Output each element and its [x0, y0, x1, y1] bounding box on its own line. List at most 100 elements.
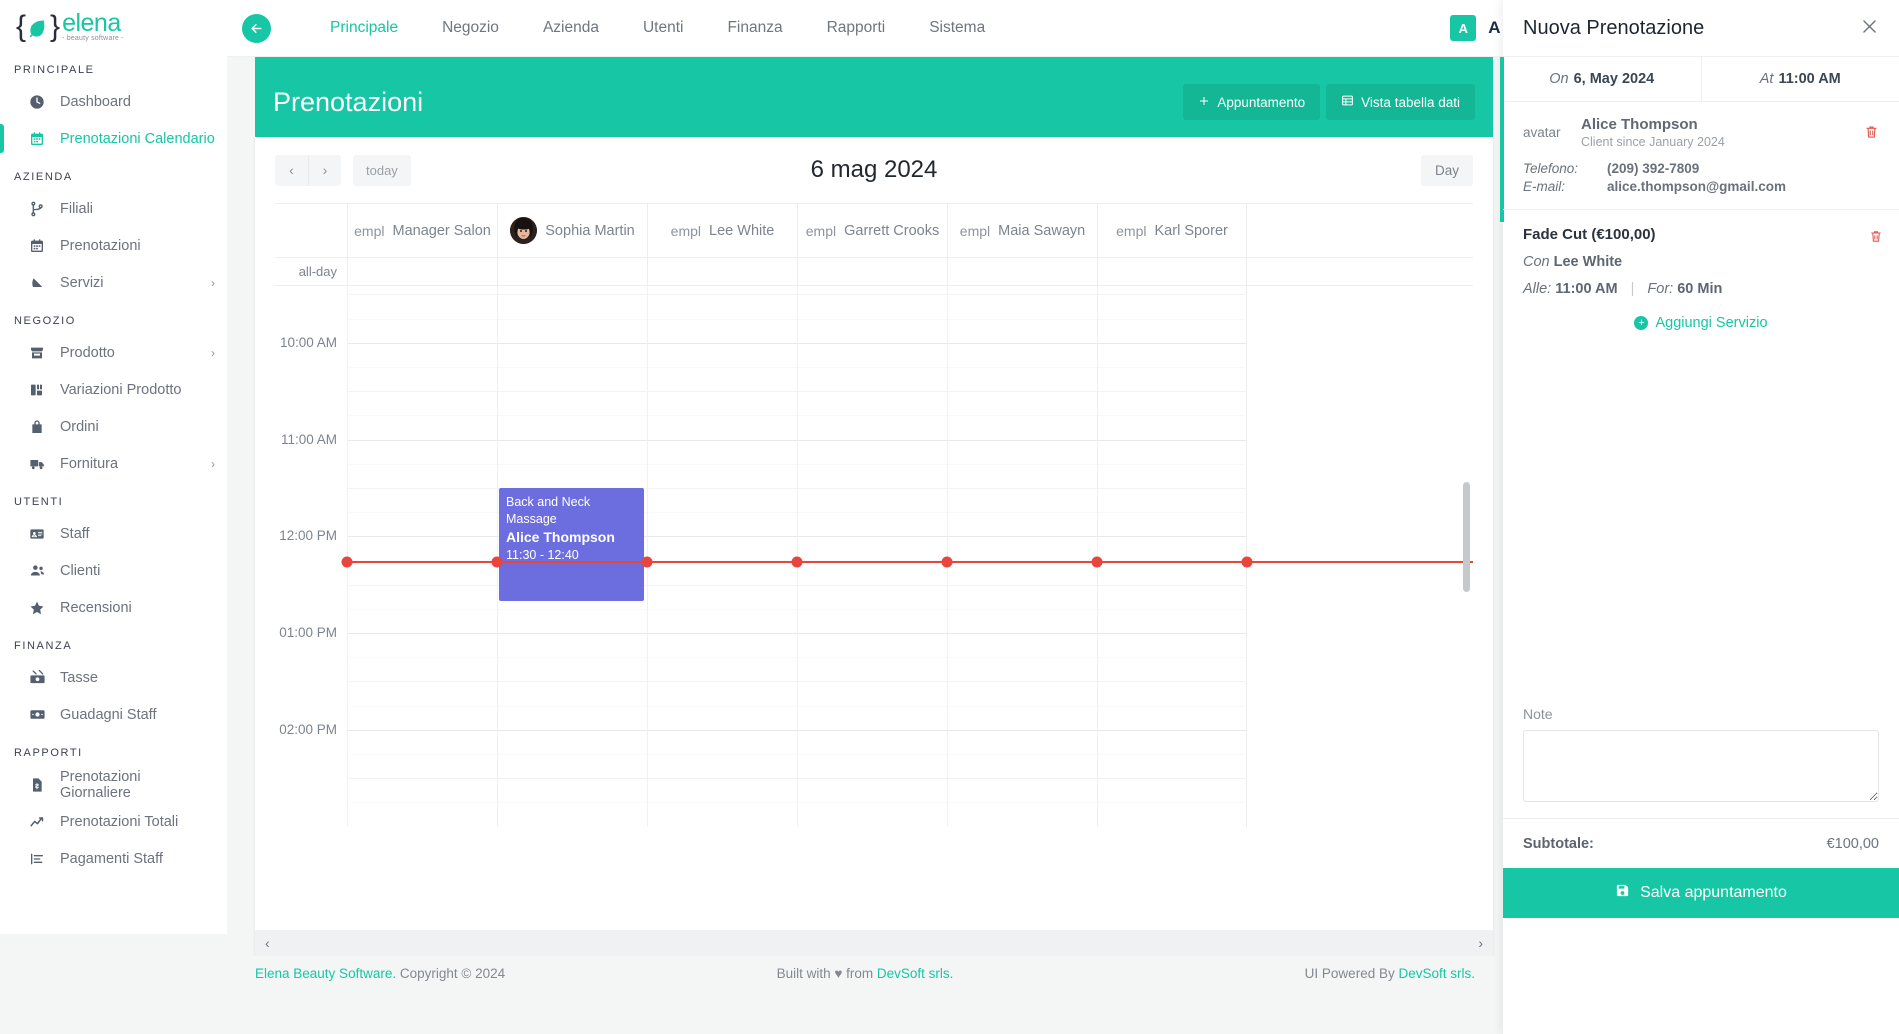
calendar-slot-cell[interactable]	[497, 366, 647, 392]
calendar-slot-cell[interactable]	[1097, 584, 1247, 609]
calendar-slot-cell[interactable]	[947, 536, 1097, 561]
calendar-slot-cell[interactable]	[647, 512, 797, 537]
sidebar-item-filiali[interactable]: Filiali	[0, 190, 227, 227]
calendar-slot-cell[interactable]	[647, 681, 797, 706]
calendar-slot-cell[interactable]	[947, 657, 1097, 682]
calendar-slot-cell[interactable]	[797, 294, 947, 319]
calendar-slot-cell[interactable]	[797, 286, 947, 295]
calendar-slot-cell[interactable]	[797, 487, 947, 513]
calendar-slot-cell[interactable]	[347, 608, 497, 633]
add-appointment-button[interactable]: Appuntamento	[1183, 84, 1321, 120]
calendar-slot-cell[interactable]	[647, 391, 797, 416]
calendar-slot-cell[interactable]	[647, 705, 797, 730]
calendar-slot-cell[interactable]	[947, 753, 1097, 779]
calendar-horizontal-scrollbar[interactable]: ‹ ›	[255, 930, 1493, 956]
calendar-slot-cell[interactable]	[1097, 318, 1247, 343]
footer-devsoft-link[interactable]: DevSoft srls.	[877, 966, 954, 981]
calendar-slot-cell[interactable]	[497, 778, 647, 803]
calendar-slot-cell[interactable]	[797, 439, 947, 464]
calendar-slot-cell[interactable]	[1097, 342, 1247, 367]
calendar-slot-cell[interactable]	[347, 802, 497, 827]
calendar-slot-cell[interactable]	[347, 778, 497, 803]
calendar-slot-cell[interactable]	[797, 342, 947, 367]
calendar-slot-cell[interactable]	[1097, 391, 1247, 416]
calendar-slot-cell[interactable]	[647, 584, 797, 609]
calendar-slot-cell[interactable]	[1097, 705, 1247, 730]
remove-service-trash-icon[interactable]	[1869, 229, 1883, 248]
calendar-slot-cell[interactable]	[497, 463, 647, 488]
sidebar-item-variazioni-prodotto[interactable]: Variazioni Prodotto	[0, 371, 227, 408]
calendar-slot-cell[interactable]	[647, 294, 797, 319]
calendar-slot-cell[interactable]	[947, 802, 1097, 827]
calendar-slot-cell[interactable]	[647, 415, 797, 440]
sidebar-item-prenotazioni-totali[interactable]: Prenotazioni Totali	[0, 803, 227, 840]
calendar-slot-cell[interactable]	[347, 705, 497, 730]
all-day-cell[interactable]	[947, 258, 1097, 285]
calendar-slot-cell[interactable]	[1097, 294, 1247, 319]
calendar-slot-cell[interactable]	[1097, 512, 1247, 537]
sidebar-item-staff[interactable]: Staff	[0, 515, 227, 552]
calendar-slot-cell[interactable]	[1097, 608, 1247, 633]
close-icon[interactable]	[1860, 17, 1879, 40]
calendar-slot-cell[interactable]	[797, 584, 947, 609]
calendar-slot-cell[interactable]	[797, 753, 947, 779]
sidebar-item-dashboard[interactable]: Dashboard	[0, 83, 227, 120]
calendar-slot-cell[interactable]	[347, 536, 497, 561]
calendar-slot-cell[interactable]	[647, 633, 797, 658]
calendar-next-button[interactable]: ›	[308, 154, 341, 186]
calendar-resource-lee-white[interactable]: empl Lee White	[647, 204, 797, 257]
calendar-slot-cell[interactable]	[347, 729, 497, 754]
sidebar-item-prodotto[interactable]: Prodotto ›	[0, 334, 227, 371]
scroll-left-icon[interactable]: ‹	[265, 935, 270, 951]
calendar-slot-cell[interactable]	[1097, 753, 1247, 779]
sidebar-item-prenotazioni[interactable]: Prenotazioni	[0, 227, 227, 264]
calendar-slot-cell[interactable]	[497, 802, 647, 827]
font-size-small-button[interactable]: A	[1450, 15, 1477, 41]
calendar-slot-cell[interactable]	[1097, 487, 1247, 513]
calendar-slot-cell[interactable]	[947, 681, 1097, 706]
calendar-slot-cell[interactable]	[647, 286, 797, 295]
calendar-slot-cell[interactable]	[347, 366, 497, 392]
calendar-slot-cell[interactable]	[347, 487, 497, 513]
calendar-slot-cell[interactable]	[347, 294, 497, 319]
calendar-slot-cell[interactable]	[947, 512, 1097, 537]
calendar-slot-cell[interactable]	[947, 633, 1097, 658]
calendar-slot-cell[interactable]	[647, 802, 797, 827]
calendar-slot-cell[interactable]	[947, 608, 1097, 633]
topnav-sistema[interactable]: Sistema	[907, 19, 1007, 37]
calendar-slot-cell[interactable]	[497, 342, 647, 367]
calendar-resource-manager-salon[interactable]: empl Manager Salon	[347, 204, 497, 257]
calendar-slot-cell[interactable]	[497, 415, 647, 440]
calendar-slot-cell[interactable]	[347, 560, 497, 585]
calendar-slot-cell[interactable]	[1097, 286, 1247, 295]
calendar-slot-cell[interactable]	[1097, 536, 1247, 561]
calendar-slot-cell[interactable]	[347, 439, 497, 464]
calendar-slot-cell[interactable]	[797, 681, 947, 706]
calendar-slot-cell[interactable]	[947, 391, 1097, 416]
calendar-slot-cell[interactable]	[497, 633, 647, 658]
calendar-slot-cell[interactable]	[797, 729, 947, 754]
calendar-slot-cell[interactable]	[797, 560, 947, 585]
save-appointment-button[interactable]: Salva appuntamento	[1503, 868, 1899, 918]
topnav-azienda[interactable]: Azienda	[521, 19, 621, 37]
calendar-slot-cell[interactable]	[797, 802, 947, 827]
topnav-principale[interactable]: Principale	[308, 19, 420, 37]
calendar-slot-cell[interactable]	[797, 391, 947, 416]
arrow-left-icon[interactable]	[242, 13, 271, 43]
calendar-slot-cell[interactable]	[647, 729, 797, 754]
calendar-slot-cell[interactable]	[347, 512, 497, 537]
calendar-slot-cell[interactable]	[497, 753, 647, 779]
calendar-slot-cell[interactable]	[647, 560, 797, 585]
sidebar-item-clienti[interactable]: Clienti	[0, 552, 227, 589]
calendar-slot-cell[interactable]	[1097, 778, 1247, 803]
calendar-slot-cell[interactable]	[947, 705, 1097, 730]
calendar-slot-cell[interactable]	[497, 657, 647, 682]
calendar-slot-cell[interactable]	[947, 286, 1097, 295]
sidebar-item-prenotazioni-calendario[interactable]: Prenotazioni Calendario	[0, 120, 227, 157]
calendar-slot-cell[interactable]	[947, 463, 1097, 488]
calendar-slot-cell[interactable]	[1097, 463, 1247, 488]
calendar-slot-cell[interactable]	[797, 512, 947, 537]
calendar-slot-cell[interactable]	[1097, 415, 1247, 440]
calendar-slot-cell[interactable]	[647, 439, 797, 464]
calendar-vertical-scrollbar[interactable]	[1463, 482, 1470, 592]
